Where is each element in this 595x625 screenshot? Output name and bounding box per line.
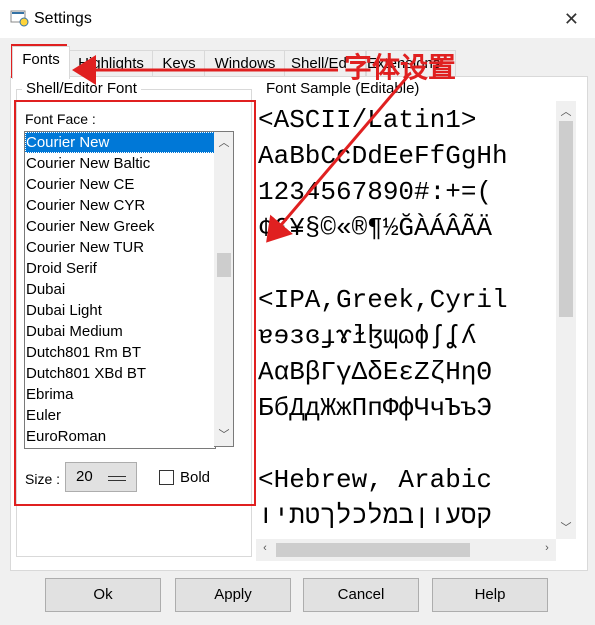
sample-hscroll-thumb[interactable] <box>276 543 470 557</box>
tab-keys[interactable]: Keys <box>152 50 206 77</box>
close-icon[interactable]: ✕ <box>564 9 579 30</box>
ok-button[interactable]: Ok <box>45 578 161 612</box>
font-sample-text[interactable]: <ASCII/Latin1> AaBbCcDdEeFfGgHh 12345678… <box>256 101 556 539</box>
annotation-label: 字体设置 <box>344 52 457 83</box>
window-title: Settings <box>34 10 92 27</box>
tab-windows[interactable]: Windows <box>204 50 286 77</box>
sample-line: БбДдЖжПпФфЧчЪъЭ <box>258 393 493 423</box>
tab-bar: Fonts Highlights Keys Windows Shell/Ed E… <box>10 46 586 79</box>
sample-vertical-scrollbar[interactable]: ︿ ﹀ <box>556 101 576 539</box>
chevron-up-icon[interactable]: ︿ <box>556 103 576 121</box>
apply-button[interactable]: Apply <box>175 578 291 612</box>
sample-line: AaBbCcDdEeFfGgHh <box>258 141 508 171</box>
python-idle-icon <box>10 10 29 27</box>
sample-line: ΑαΒβΓγΔδΕεΖζΗηΘ <box>258 357 493 387</box>
shell-editor-font-legend: Shell/Editor Font <box>22 80 141 97</box>
chevron-left-icon[interactable]: ‹ <box>258 542 272 560</box>
annotation-box-font-settings <box>14 100 256 506</box>
tab-highlights[interactable]: Highlights <box>68 50 154 77</box>
sample-vscroll-thumb[interactable] <box>559 121 573 317</box>
help-button[interactable]: Help <box>432 578 548 612</box>
sample-line: ¢£¥§©«®¶½ĞÀÁÂÃÄ <box>258 213 493 243</box>
sample-line: ɐɘɜɞɟɤɫɮɰɷɸʃʆʎ <box>258 321 477 351</box>
sample-line: <IPA,Greek,Cyril <box>258 285 508 315</box>
sample-line: 1234567890#:+=( <box>258 177 493 207</box>
sample-line: קסעוןבמלכלךטתיו <box>258 501 493 531</box>
title-bar: Settings ✕ <box>0 0 595 38</box>
sample-line: <ASCII/Latin1> <box>258 105 477 135</box>
chevron-right-icon[interactable]: › <box>540 542 554 560</box>
sample-line: <Hebrew, Arabic <box>258 465 493 495</box>
sample-horizontal-scrollbar[interactable]: ‹ › <box>256 539 556 561</box>
cancel-button[interactable]: Cancel <box>303 578 419 612</box>
chevron-down-icon[interactable]: ﹀ <box>556 519 576 537</box>
tab-fonts[interactable]: Fonts <box>12 46 70 79</box>
